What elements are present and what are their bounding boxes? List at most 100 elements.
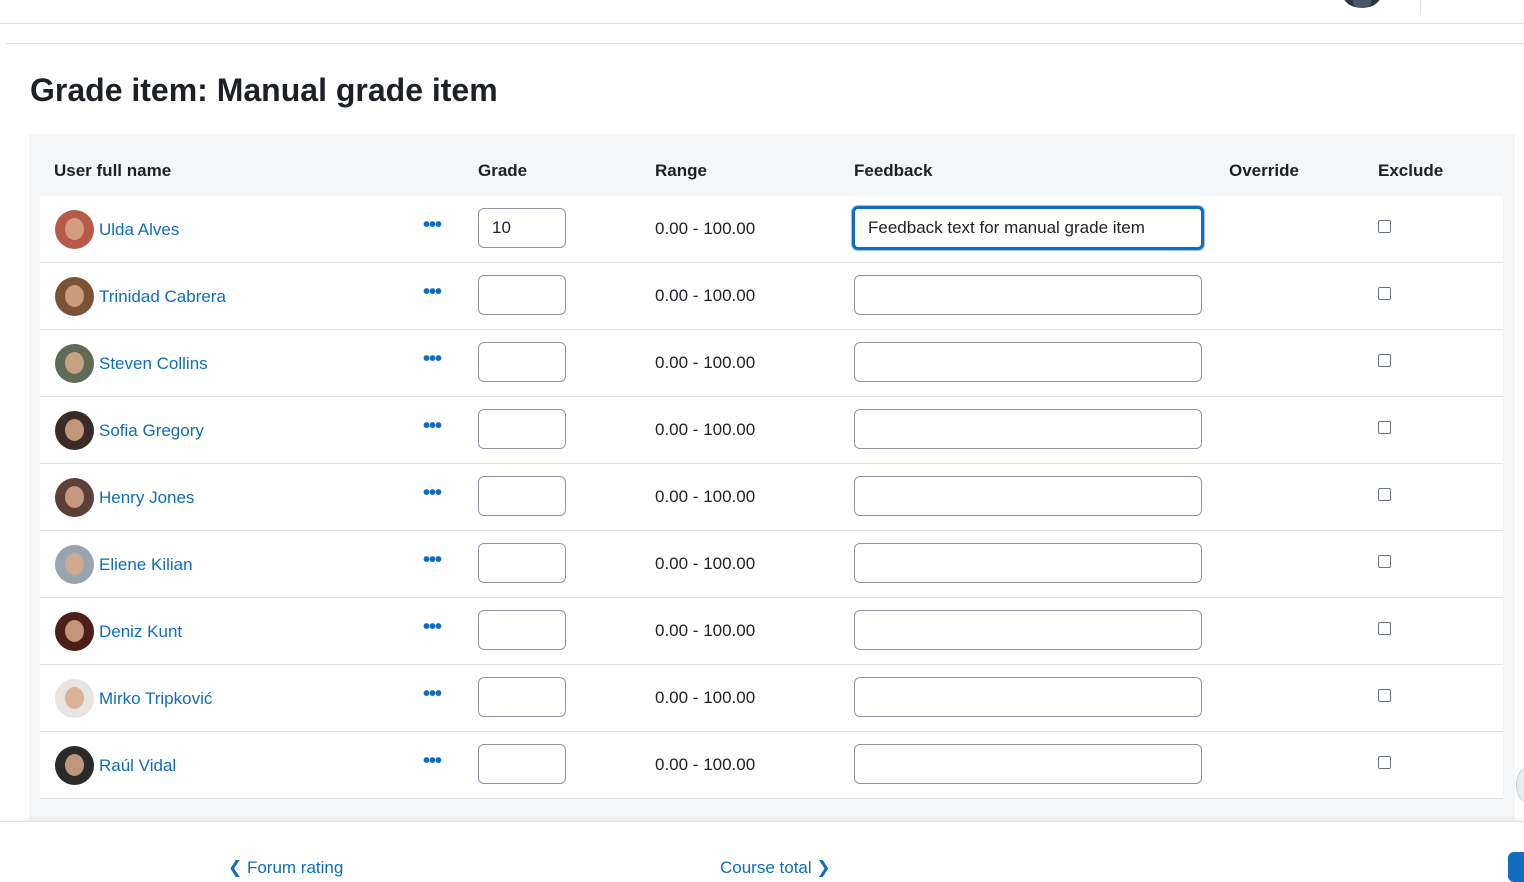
avatar-face (65, 620, 84, 642)
next-item-label: Course total (720, 858, 812, 877)
table-row: Sofia Gregory ••• 0.00 - 100.00 (40, 397, 1503, 464)
drawer-toggle-handle[interactable] (1516, 768, 1524, 802)
header-grade: Grade (478, 161, 528, 180)
avatar[interactable] (55, 545, 94, 584)
user-cell: Henry Jones (55, 478, 194, 517)
user-name-link[interactable]: Steven Collins (99, 354, 208, 374)
grade-input[interactable] (478, 342, 566, 382)
chevron-left-icon: ❮ (228, 858, 247, 877)
more-actions-icon[interactable]: ••• (423, 550, 442, 575)
header-user-full-name[interactable]: User full name (54, 161, 171, 181)
chevron-right-icon: ❯ (811, 858, 831, 877)
avatar[interactable] (55, 210, 94, 249)
table-row: Eliene Kilian ••• 0.00 - 100.00 (40, 531, 1503, 598)
exclude-checkbox[interactable] (1378, 354, 1391, 367)
feedback-input[interactable] (854, 409, 1202, 449)
grade-input[interactable] (478, 543, 566, 583)
avatar[interactable] (55, 344, 94, 383)
avatar-face (65, 486, 84, 508)
more-actions-icon[interactable]: ••• (423, 684, 442, 709)
user-cell: Mirko Tripković (55, 679, 212, 718)
range-value: 0.00 - 100.00 (655, 420, 756, 439)
exclude-checkbox[interactable] (1378, 220, 1391, 233)
user-name-link[interactable]: Eliene Kilian (99, 555, 193, 575)
user-name-link[interactable]: Sofia Gregory (99, 421, 204, 441)
grade-input[interactable] (478, 744, 566, 784)
feedback-input[interactable] (854, 543, 1202, 583)
user-cell: Ulda Alves (55, 210, 179, 249)
feedback-input[interactable] (854, 275, 1202, 315)
save-changes-button[interactable] (1508, 852, 1524, 882)
user-name-link[interactable]: Ulda Alves (99, 220, 179, 240)
more-actions-icon[interactable]: ••• (423, 483, 442, 508)
feedback-input[interactable] (854, 610, 1202, 650)
more-actions-icon[interactable]: ••• (423, 282, 442, 307)
user-name-link[interactable]: Mirko Tripković (99, 689, 212, 709)
previous-item-label: Forum rating (246, 858, 344, 877)
user-name-link[interactable]: Raúl Vidal (99, 756, 176, 776)
range-value: 0.00 - 100.00 (655, 286, 756, 305)
table-row: Mirko Tripković ••• 0.00 - 100.00 (40, 665, 1503, 732)
range-value: 0.00 - 100.00 (655, 755, 756, 774)
avatar-face (65, 218, 84, 240)
range-value: 0.00 - 100.00 (655, 353, 756, 372)
header-range: Range (655, 161, 707, 180)
avatar[interactable] (55, 411, 94, 450)
avatar[interactable] (55, 612, 94, 651)
avatar-face (65, 754, 84, 776)
exclude-checkbox[interactable] (1378, 287, 1391, 300)
user-name-link[interactable]: Deniz Kunt (99, 622, 182, 642)
more-actions-icon[interactable]: ••• (423, 751, 442, 776)
user-name-link[interactable]: Trinidad Cabrera (99, 287, 226, 307)
more-actions-icon[interactable]: ••• (423, 215, 442, 240)
grade-input[interactable] (478, 677, 566, 717)
user-cell: Deniz Kunt (55, 612, 182, 651)
user-name-link[interactable]: Henry Jones (99, 488, 194, 508)
table-row: Steven Collins ••• 0.00 - 100.00 (40, 330, 1503, 397)
avatar[interactable] (55, 679, 94, 718)
table-row: Ulda Alves ••• 0.00 - 100.00 (40, 196, 1503, 263)
grade-input[interactable] (478, 208, 566, 248)
header-override: Override (1229, 161, 1299, 180)
avatar-face (65, 285, 84, 307)
previous-item-link[interactable]: ❮ Forum rating (228, 858, 343, 878)
exclude-checkbox[interactable] (1378, 756, 1391, 769)
feedback-input[interactable] (854, 744, 1202, 784)
feedback-input[interactable] (852, 206, 1204, 250)
table-row: Raúl Vidal ••• 0.00 - 100.00 (40, 732, 1503, 799)
feedback-input[interactable] (854, 342, 1202, 382)
exclude-checkbox[interactable] (1378, 488, 1391, 501)
grade-input[interactable] (478, 610, 566, 650)
user-cell: Steven Collins (55, 344, 208, 383)
grade-input[interactable] (478, 275, 566, 315)
avatar[interactable] (55, 746, 94, 785)
sticky-footer: ❮ Forum rating Course total ❯ (0, 821, 1524, 882)
grade-input[interactable] (478, 409, 566, 449)
more-actions-icon[interactable]: ••• (423, 617, 442, 642)
top-navbar (0, 0, 1524, 24)
header-exclude: Exclude (1378, 161, 1444, 180)
user-cell: Trinidad Cabrera (55, 277, 226, 316)
feedback-input[interactable] (854, 677, 1202, 717)
exclude-checkbox[interactable] (1378, 689, 1391, 702)
avatar[interactable] (55, 478, 94, 517)
table-row: Deniz Kunt ••• 0.00 - 100.00 (40, 598, 1503, 665)
page-title: Grade item: Manual grade item (30, 72, 498, 108)
exclude-checkbox[interactable] (1378, 421, 1391, 434)
more-actions-icon[interactable]: ••• (423, 349, 442, 374)
user-menu-avatar[interactable] (1343, 0, 1381, 8)
user-cell: Eliene Kilian (55, 545, 193, 584)
user-cell: Raúl Vidal (55, 746, 176, 785)
avatar[interactable] (55, 277, 94, 316)
next-item-link[interactable]: Course total ❯ (720, 858, 831, 878)
exclude-checkbox[interactable] (1378, 555, 1391, 568)
navbar-divider (1420, 0, 1421, 14)
range-value: 0.00 - 100.00 (655, 621, 756, 640)
user-cell: Sofia Gregory (55, 411, 204, 450)
exclude-checkbox[interactable] (1378, 622, 1391, 635)
header-divider (6, 43, 1524, 44)
range-value: 0.00 - 100.00 (655, 219, 756, 238)
feedback-input[interactable] (854, 476, 1202, 516)
grade-input[interactable] (478, 476, 566, 516)
more-actions-icon[interactable]: ••• (423, 416, 442, 441)
